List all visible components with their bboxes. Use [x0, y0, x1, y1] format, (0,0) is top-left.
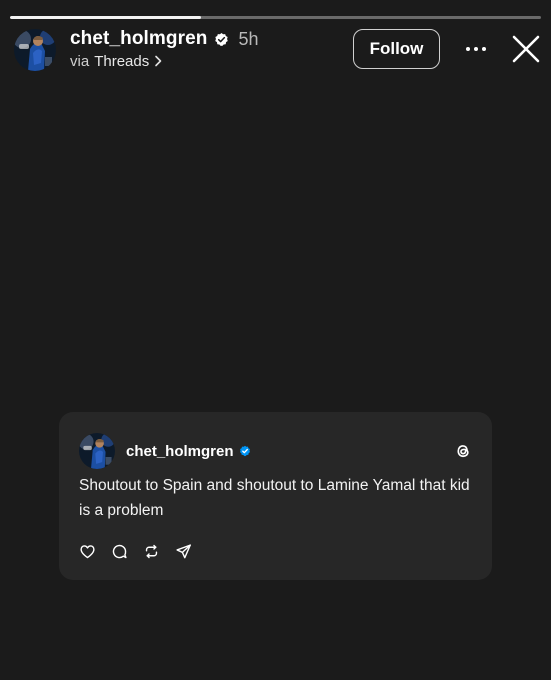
post-text: Shoutout to Spain and shoutout to Lamine…	[79, 477, 470, 519]
verified-badge-icon	[214, 32, 229, 47]
story-header-info: chet_holmgren 5h via Threads	[70, 28, 259, 71]
post-time: 5h	[238, 28, 259, 49]
via-label: via	[70, 52, 90, 70]
close-icon[interactable]	[511, 34, 541, 64]
post-avatar[interactable]	[79, 433, 115, 469]
heart-icon[interactable]	[79, 543, 96, 560]
via-app-name: Threads	[94, 52, 150, 70]
username[interactable]: chet_holmgren	[70, 28, 208, 50]
story-progress-fill	[10, 16, 202, 19]
verified-badge-icon	[239, 445, 251, 457]
chevron-right-icon	[154, 55, 163, 67]
send-icon[interactable]	[175, 543, 192, 560]
follow-button[interactable]: Follow	[353, 29, 440, 69]
more-horizontal-icon[interactable]	[464, 41, 488, 57]
avatar[interactable]	[14, 29, 56, 71]
story-progress-bar	[10, 16, 541, 19]
post-action-bar	[79, 543, 207, 560]
post-username[interactable]: chet_holmgren	[126, 443, 234, 460]
via-threads-link[interactable]: via Threads	[70, 51, 259, 71]
post-header: chet_holmgren	[126, 442, 251, 460]
comment-icon[interactable]	[111, 543, 128, 560]
threads-post-card[interactable]: chet_holmgren Shoutout to Spain and shou…	[59, 412, 492, 580]
repost-icon[interactable]	[143, 543, 160, 560]
threads-logo-icon[interactable]	[454, 442, 472, 460]
